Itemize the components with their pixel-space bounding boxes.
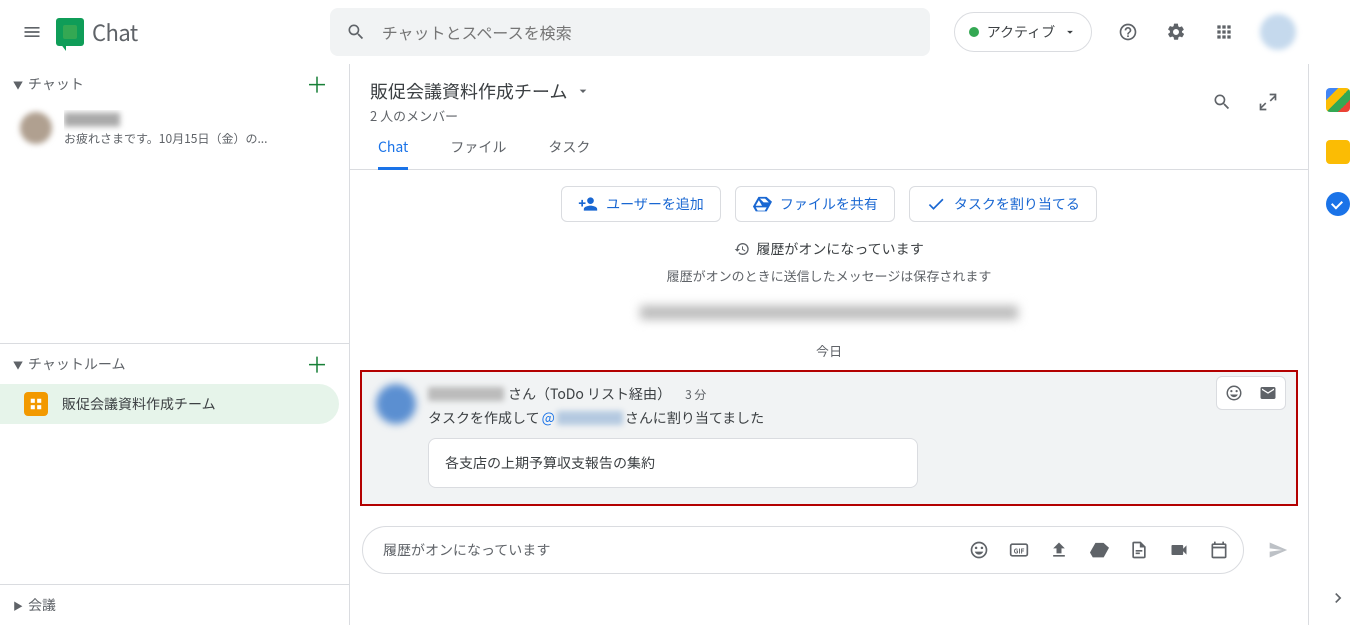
chat-list-item[interactable]: ████ お疲れさまです。10月15日（金）の...	[0, 104, 349, 152]
svg-text:GIF: GIF	[1014, 545, 1025, 555]
send-button[interactable]	[1260, 532, 1296, 568]
side-panel-collapse[interactable]	[1328, 588, 1348, 613]
search-input[interactable]	[382, 20, 914, 44]
upload-button[interactable]	[1041, 532, 1077, 568]
mention-redacted	[557, 411, 623, 425]
caret-down-icon: ▼	[8, 77, 28, 92]
chevron-down-icon[interactable]	[575, 83, 591, 99]
room-member-count: 2 人のメンバー	[370, 106, 1202, 125]
quick-actions: ユーザーを追加 ファイルを共有 タスクを割り当てる	[350, 170, 1308, 232]
message-author-redacted	[428, 387, 504, 401]
top-bar: Chat アクティブ	[0, 0, 1366, 64]
tab-tasks[interactable]: タスク	[548, 137, 590, 169]
tab-files[interactable]: ファイル	[450, 137, 506, 169]
keep-app-icon[interactable]	[1326, 140, 1350, 164]
caret-down-icon: ▼	[8, 357, 28, 372]
chat-item-avatar	[20, 112, 52, 144]
caret-right-icon: ▶	[8, 598, 28, 613]
calendar-app-icon[interactable]	[1326, 88, 1350, 112]
add-user-icon	[578, 194, 598, 214]
assign-task-chip[interactable]: タスクを割り当てる	[909, 186, 1097, 222]
add-user-chip[interactable]: ユーザーを追加	[561, 186, 721, 222]
message-body: タスクを作成して @ さんに割り当てました	[428, 408, 1282, 428]
redacted-system-line: ███████████████████████████	[350, 303, 1308, 323]
sidebar-section-meet[interactable]: ▶ 会議	[0, 585, 349, 625]
gif-button[interactable]: GIF	[1001, 532, 1037, 568]
help-button[interactable]	[1108, 12, 1148, 52]
history-icon	[734, 241, 750, 257]
message-avatar	[376, 384, 416, 424]
drive-icon	[752, 194, 772, 214]
composer[interactable]: 履歴がオンになっています GIF	[362, 526, 1244, 574]
video-button[interactable]	[1161, 532, 1197, 568]
sidebar-section-rooms[interactable]: ▼ チャットルーム ＋	[0, 344, 349, 384]
highlighted-message: さん（ToDo リスト経由） 3 分 タスクを作成して @ さんに割り当てました…	[360, 370, 1298, 506]
side-panel	[1308, 64, 1366, 625]
status-label: アクティブ	[987, 22, 1055, 42]
tasks-app-icon[interactable]	[1326, 192, 1350, 216]
sidebar-section-chat[interactable]: ▼ チャット ＋	[0, 64, 349, 104]
main-content: 販促会議資料作成チーム 2 人のメンバー Chat ファイル タスク ユーザーを…	[350, 64, 1308, 625]
room-list-item-selected[interactable]: 販促会議資料作成チーム	[0, 384, 339, 424]
doc-button[interactable]	[1121, 532, 1157, 568]
apps-button[interactable]	[1204, 12, 1244, 52]
chat-preview: お疲れさまです。10月15日（金）の...	[64, 130, 337, 147]
search-bar[interactable]	[330, 8, 930, 56]
settings-button[interactable]	[1156, 12, 1196, 52]
message-author-suffix: さん（ToDo リスト経由）	[508, 384, 671, 404]
account-avatar[interactable]	[1260, 14, 1296, 50]
room-label: 販促会議資料作成チーム	[62, 394, 216, 414]
share-file-chip[interactable]: ファイルを共有	[735, 186, 895, 222]
app-title: Chat	[92, 16, 138, 48]
add-room-button[interactable]: ＋	[301, 348, 333, 380]
room-tabs: Chat ファイル タスク	[350, 125, 1308, 170]
add-chat-button[interactable]: ＋	[301, 68, 333, 100]
task-icon	[926, 194, 946, 214]
calendar-button[interactable]	[1201, 532, 1237, 568]
react-button[interactable]	[1217, 377, 1251, 409]
room-title: 販促会議資料作成チーム	[370, 78, 567, 104]
emoji-button[interactable]	[961, 532, 997, 568]
forward-button[interactable]	[1251, 377, 1285, 409]
sidebar: ▼ チャット ＋ ████ お疲れさまです。10月15日（金）の... ▼ チャ…	[0, 64, 350, 625]
message-actions	[1216, 376, 1286, 410]
history-notice: 履歴がオンになっています 履歴がオンのときに送信したメッセージは保存されます	[350, 232, 1308, 291]
status-selector[interactable]: アクティブ	[954, 12, 1092, 52]
composer-placeholder: 履歴がオンになっています	[383, 540, 957, 560]
room-search-button[interactable]	[1202, 82, 1242, 122]
task-card[interactable]: 各支店の上期予算収支報告の集約	[428, 438, 918, 488]
app-logo[interactable]: Chat	[56, 16, 138, 48]
collapse-button[interactable]	[1248, 82, 1288, 122]
message-time: 3 分	[685, 386, 706, 403]
room-header: 販促会議資料作成チーム 2 人のメンバー	[350, 64, 1308, 125]
search-icon	[346, 22, 366, 42]
date-separator: 今日	[350, 341, 1308, 360]
room-icon	[24, 392, 48, 416]
active-status-dot	[969, 27, 979, 37]
drive-button[interactable]	[1081, 532, 1117, 568]
chevron-down-icon	[1063, 25, 1077, 39]
tab-chat[interactable]: Chat	[378, 137, 408, 170]
main-menu-button[interactable]	[8, 8, 56, 56]
